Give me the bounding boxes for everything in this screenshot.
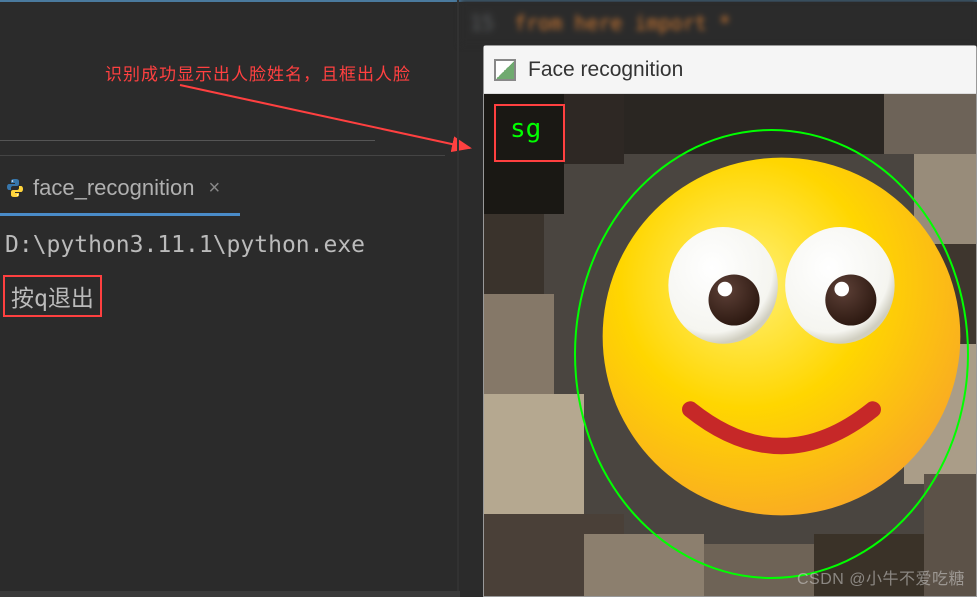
opencv-window[interactable]: Face recognition sg [483,45,977,597]
line-number: 15 [470,11,494,35]
annotation-text: 识别成功显示出人脸姓名，且框出人脸 [105,60,411,85]
detected-name-box: sg [494,104,565,162]
opencv-icon [494,59,516,81]
vertical-splitter[interactable] [457,0,459,597]
detected-name-text: sg [510,114,541,144]
terminal-tab[interactable]: face_recognition × [5,175,220,201]
close-icon[interactable]: × [208,177,220,200]
divider [0,140,375,141]
exit-hint-box: 按q退出 [3,275,102,317]
window-title: Face recognition [528,58,683,82]
exit-hint-text: 按q退出 [11,286,94,312]
window-content: sg [484,94,976,596]
code-background-top: 15 from here import * [460,0,977,45]
divider2 [0,155,445,156]
tab-title: face_recognition [33,175,194,201]
bottom-bar [0,591,460,597]
code-fragment: from here import * [514,11,731,35]
face-detection-circle [574,129,969,579]
terminal-output-path: D:\python3.11.1\python.exe [5,232,365,258]
csdn-watermark: CSDN @小牛不爱吃糖 [797,565,965,589]
window-titlebar[interactable]: Face recognition [484,46,976,94]
python-icon [5,178,25,198]
tab-active-underline [0,213,240,216]
